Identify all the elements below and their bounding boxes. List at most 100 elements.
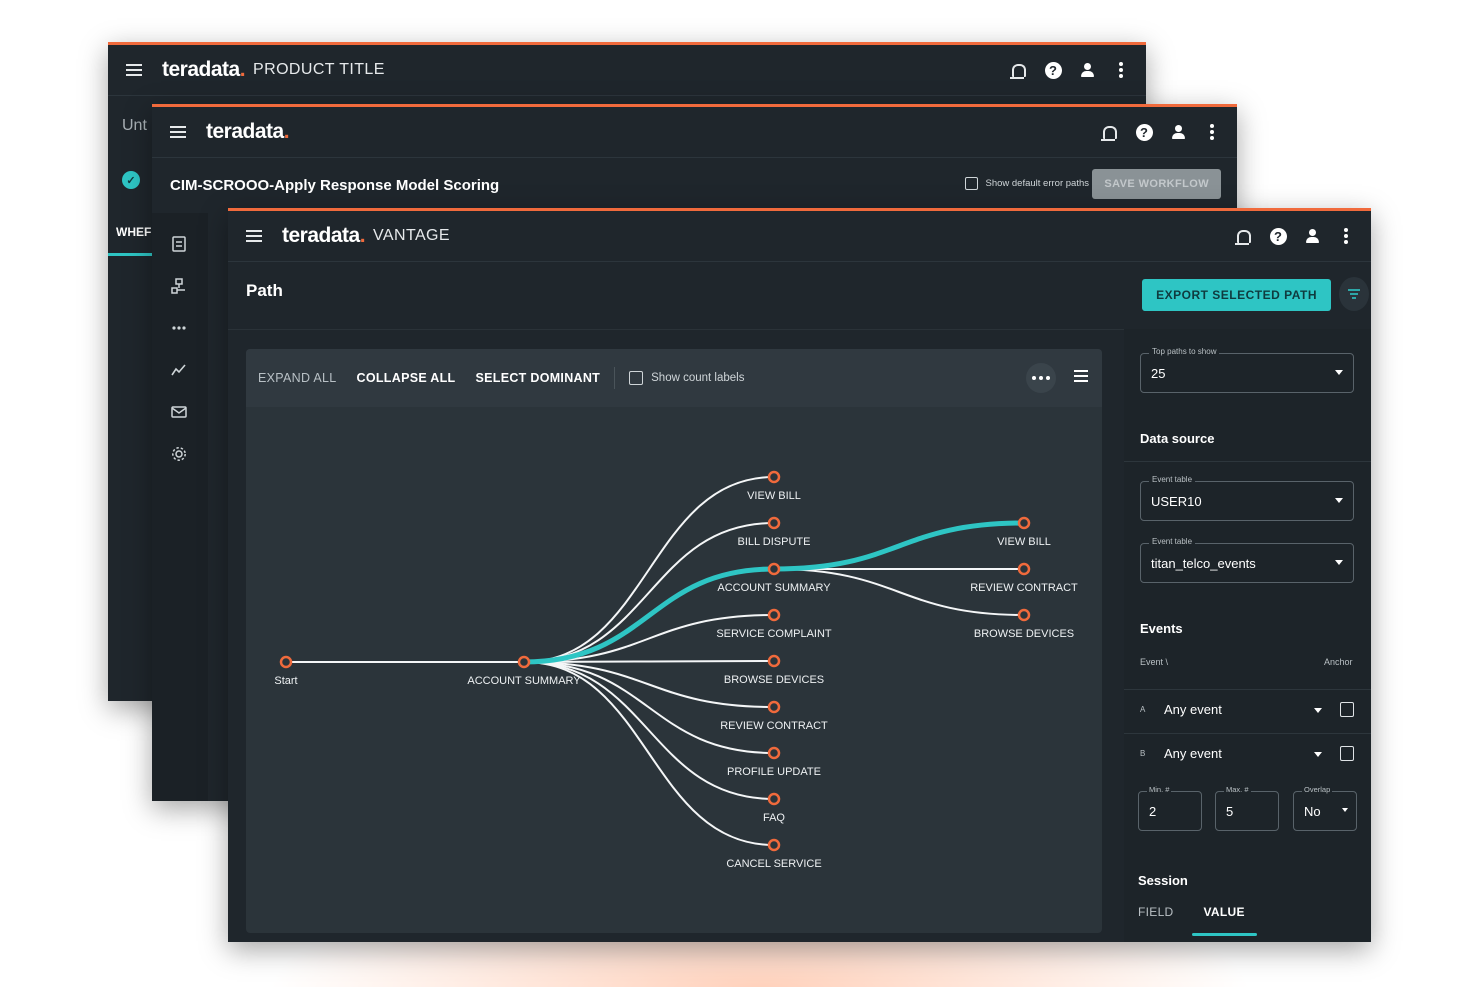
bell-icon[interactable] (1010, 61, 1028, 79)
show-error-paths-label: Show default error paths (985, 178, 1089, 189)
kebab-icon[interactable] (1112, 61, 1130, 79)
max-label: Max. # (1224, 785, 1251, 794)
path-tree[interactable]: Start ACCOUNT SUMMARY VIEW BILL BILL DISPUT… (246, 407, 1102, 933)
expand-all-button[interactable]: EXPAND ALL (258, 371, 337, 385)
tree-level2-label: BROWSE DEVICES (724, 674, 824, 686)
tree-level3-node[interactable] (1017, 562, 1031, 576)
data-source-title: Data source (1140, 431, 1215, 446)
tree-level2-node[interactable] (767, 838, 781, 852)
tree-level2-label: BILL DISPUTE (738, 536, 811, 548)
save-workflow-button[interactable]: SAVE WORKFLOW (1092, 169, 1221, 199)
edge-selected[interactable] (773, 520, 1025, 572)
event-row[interactable]: B Any event (1124, 733, 1371, 774)
menu-icon[interactable] (170, 126, 186, 138)
chevron-down-icon (1335, 498, 1343, 503)
tab-value[interactable]: VALUE (1191, 905, 1258, 936)
chevron-down-icon[interactable] (1314, 752, 1322, 757)
tree-root-node[interactable] (279, 655, 293, 669)
tree-level2-node[interactable] (767, 516, 781, 530)
show-error-paths-checkbox[interactable]: Show default error paths (965, 177, 1089, 190)
tree-level2-node[interactable] (767, 700, 781, 714)
menu-icon[interactable] (126, 64, 142, 76)
chevron-down-icon[interactable] (1314, 708, 1322, 713)
brand-logo: teradata. (206, 120, 290, 143)
session-title: Session (1138, 873, 1188, 888)
collapse-all-button[interactable]: COLLAPSE ALL (357, 371, 456, 385)
help-icon[interactable]: ? (1135, 123, 1153, 141)
help-icon[interactable]: ? (1044, 61, 1062, 79)
event-table-label: Event table (1149, 475, 1196, 484)
tree-level3-node[interactable] (1017, 516, 1031, 530)
show-count-labels-checkbox[interactable] (629, 371, 644, 385)
tree-level2-node[interactable] (767, 746, 781, 760)
max-input[interactable]: Max. # 5 (1215, 785, 1279, 831)
top-paths-label: Top paths to show (1149, 347, 1220, 356)
list-view-icon[interactable] (1074, 370, 1088, 384)
anchor-column-label: Anchor (1324, 657, 1353, 667)
user-icon[interactable] (1303, 227, 1321, 245)
tree-level3-label: VIEW BILL (997, 536, 1051, 548)
product-title: PRODUCT TITLE (253, 61, 385, 78)
tree-level1-node[interactable] (517, 655, 531, 669)
tree-level2-node[interactable] (767, 654, 781, 668)
kebab-icon[interactable] (1203, 123, 1221, 141)
top-bar: teradata. PRODUCT TITLE ? (108, 45, 1146, 96)
document-icon[interactable] (170, 235, 188, 253)
help-icon[interactable]: ? (1269, 227, 1287, 245)
event-table2-select[interactable]: Event table titan_telco_events (1140, 537, 1354, 583)
workflow-title: CIM-SCROOO-Apply Response Model Scoring (170, 177, 500, 194)
event-table2-label: Event table (1149, 537, 1196, 546)
trend-icon[interactable] (170, 361, 188, 379)
toolbar-divider (614, 367, 616, 389)
tab-underline (108, 253, 152, 256)
min-input[interactable]: Min. # 2 (1138, 785, 1202, 831)
more-options-icon[interactable] (1026, 363, 1056, 393)
tree-level2-node[interactable] (767, 470, 781, 484)
menu-icon[interactable] (246, 230, 262, 242)
overlap-label: Overlap (1302, 785, 1333, 794)
edge-level2[interactable] (523, 661, 775, 846)
tab-partial[interactable]: WHEF (116, 225, 151, 239)
tree-level2-label: REVIEW CONTRACT (720, 720, 828, 732)
filter-icon[interactable] (1339, 277, 1369, 311)
chevron-down-icon (1342, 808, 1348, 812)
tree-level2-node[interactable] (767, 562, 781, 576)
select-dominant-button[interactable]: SELECT DOMINANT (475, 371, 600, 385)
chevron-down-icon (1335, 560, 1343, 565)
kebab-icon[interactable] (1337, 227, 1355, 245)
top-paths-select[interactable]: Top paths to show 25 (1140, 347, 1354, 393)
session-tabs: FIELD VALUE (1138, 905, 1258, 936)
flow-icon[interactable] (170, 277, 188, 295)
event-table2-value: titan_telco_events (1151, 556, 1256, 571)
top-bar: teradata. VANTAGE ? (228, 211, 1371, 262)
anchor-checkbox[interactable] (1340, 702, 1354, 717)
event-select[interactable]: Any event (1164, 702, 1222, 717)
top-bar: teradata. ? (152, 107, 1237, 158)
event-row[interactable]: A Any event (1124, 689, 1371, 730)
overlap-select[interactable]: Overlap No (1293, 785, 1357, 831)
path-canvas: EXPAND ALL COLLAPSE ALL SELECT DOMINANT … (246, 349, 1102, 933)
tree-root-label: Start (274, 675, 297, 687)
mail-icon[interactable] (170, 403, 188, 421)
chevron-down-icon (1335, 370, 1343, 375)
bell-icon[interactable] (1235, 227, 1253, 245)
tree-level2-node[interactable] (767, 608, 781, 622)
user-icon[interactable] (1078, 61, 1096, 79)
checkbox-icon[interactable] (965, 177, 979, 190)
more-icon[interactable] (170, 319, 188, 337)
anchor-checkbox[interactable] (1340, 746, 1354, 761)
tree-level3-node[interactable] (1017, 608, 1031, 622)
user-icon[interactable] (1169, 123, 1187, 141)
page-title: Path (246, 281, 283, 300)
tree-level2-label: SERVICE COMPLAINT (716, 628, 832, 640)
event-select[interactable]: Any event (1164, 746, 1222, 761)
event-letter: B (1140, 749, 1146, 758)
event-table-select[interactable]: Event table USER10 (1140, 475, 1354, 521)
min-max-overlap-group: Min. # 2 Max. # 5 Overlap No (1138, 785, 1358, 831)
settings-panel: Top paths to show 25 Data source Event t… (1124, 329, 1371, 942)
export-selected-path-button[interactable]: EXPORT SELECTED PATH (1142, 279, 1331, 311)
bell-icon[interactable] (1101, 123, 1119, 141)
tree-level2-node[interactable] (767, 792, 781, 806)
gear-icon[interactable] (170, 445, 188, 463)
tab-field[interactable]: FIELD (1138, 905, 1174, 919)
